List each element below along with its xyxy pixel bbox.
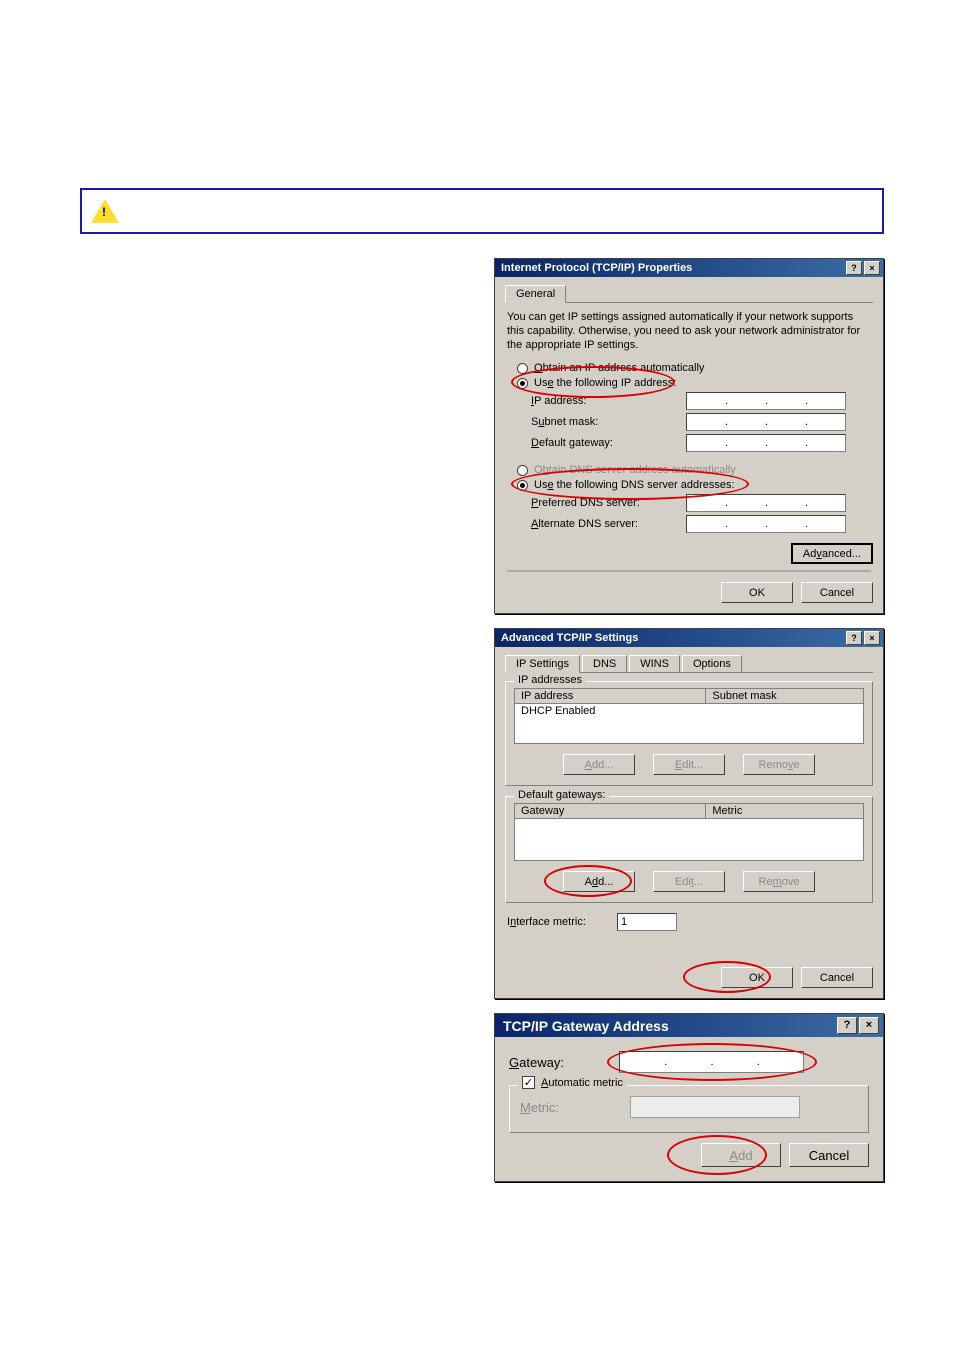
- label-use-following-dns: Use the following DNS server addresses:: [534, 479, 735, 491]
- dialog3-title: TCP/IP Gateway Address: [503, 1018, 669, 1034]
- label-metric: Metric:: [520, 1100, 630, 1115]
- ip-addresses-list[interactable]: IP address Subnet mask DHCP Enabled: [514, 688, 864, 744]
- label-default-gateway: Default gateway:: [531, 437, 686, 449]
- group-ip-addresses: IP addresses: [514, 674, 586, 686]
- col-metric: Metric: [706, 804, 863, 818]
- label-interface-metric: Interface metric:: [507, 916, 617, 928]
- list-item: DHCP Enabled: [515, 704, 863, 718]
- ok-button[interactable]: OK: [721, 967, 793, 988]
- label-obtain-ip-auto: OObtain an IP address automaticallybtain…: [534, 362, 704, 374]
- close-icon[interactable]: ×: [859, 1017, 879, 1034]
- label-gateway: Gateway:: [509, 1055, 619, 1070]
- col-ip-address: IP address: [515, 689, 706, 703]
- advanced-button[interactable]: Advanced...: [791, 543, 873, 564]
- dialog2-title: Advanced TCP/IP Settings: [501, 632, 638, 644]
- label-obtain-dns-auto: Obtain DNS server address automatically: [534, 464, 736, 476]
- label-use-following-ip: Use the following IP address:: [534, 377, 676, 389]
- radio-use-following-ip[interactable]: [517, 378, 528, 389]
- checkbox-automatic-metric[interactable]: [522, 1076, 535, 1089]
- radio-obtain-dns-auto: [517, 465, 528, 476]
- warning-bar: [80, 188, 884, 234]
- tab-wins[interactable]: WINS: [629, 655, 680, 672]
- radio-obtain-ip-auto[interactable]: [517, 363, 528, 374]
- close-icon[interactable]: ×: [864, 631, 880, 645]
- gw-add-button[interactable]: Add...: [563, 871, 635, 892]
- input-gateway[interactable]: ...: [619, 1051, 804, 1073]
- help-icon[interactable]: ?: [837, 1017, 857, 1034]
- label-ip-address: IP address:: [531, 395, 686, 407]
- input-interface-metric[interactable]: [617, 913, 677, 931]
- dialog1-title: Internet Protocol (TCP/IP) Properties: [501, 262, 692, 274]
- ip-remove-button: Remove: [743, 754, 815, 775]
- tab-dns[interactable]: DNS: [582, 655, 627, 672]
- input-default-gateway[interactable]: ...: [686, 434, 846, 452]
- group-gateways: Default gateways:: [514, 789, 609, 801]
- help-icon[interactable]: ?: [846, 631, 862, 645]
- col-subnet-mask: Subnet mask: [706, 689, 863, 703]
- dialog2-titlebar: Advanced TCP/IP Settings ? ×: [495, 629, 883, 647]
- dialog3-titlebar: TCP/IP Gateway Address ? ×: [495, 1014, 883, 1037]
- gw-edit-button: Edit...: [653, 871, 725, 892]
- input-metric: [630, 1096, 800, 1118]
- cancel-button[interactable]: Cancel: [801, 967, 873, 988]
- input-ip-address[interactable]: ...: [686, 392, 846, 410]
- advanced-tcpip-dialog: Advanced TCP/IP Settings ? × IP Settings…: [494, 628, 884, 999]
- radio-use-following-dns[interactable]: [517, 480, 528, 491]
- gw-remove-button: Remove: [743, 871, 815, 892]
- label-alternate-dns: Alternate DNS server:: [531, 518, 686, 530]
- tab-options[interactable]: Options: [682, 655, 742, 672]
- tab-general[interactable]: General: [505, 285, 566, 303]
- add-button[interactable]: Add: [701, 1143, 781, 1167]
- col-gateway: Gateway: [515, 804, 706, 818]
- ok-button[interactable]: OK: [721, 582, 793, 603]
- dialog1-titlebar: Internet Protocol (TCP/IP) Properties ? …: [495, 259, 883, 277]
- input-alternate-dns[interactable]: ...: [686, 515, 846, 533]
- gateways-list[interactable]: Gateway Metric: [514, 803, 864, 861]
- cancel-button[interactable]: Cancel: [789, 1143, 869, 1167]
- input-subnet-mask[interactable]: ...: [686, 413, 846, 431]
- label-subnet-mask: Subnet mask:: [531, 416, 686, 428]
- ip-add-button: Add...: [563, 754, 635, 775]
- close-icon[interactable]: ×: [864, 261, 880, 275]
- ip-edit-button: Edit...: [653, 754, 725, 775]
- gateway-address-dialog: TCP/IP Gateway Address ? × Gateway: ... …: [494, 1013, 884, 1182]
- dialog1-description: You can get IP settings assigned automat…: [507, 311, 871, 352]
- tab-ip-settings[interactable]: IP Settings: [505, 655, 580, 673]
- help-icon[interactable]: ?: [846, 261, 862, 275]
- label-automatic-metric: Automatic metric: [541, 1077, 623, 1089]
- warning-icon: [90, 196, 120, 226]
- input-preferred-dns[interactable]: ...: [686, 494, 846, 512]
- tcpip-properties-dialog: Internet Protocol (TCP/IP) Properties ? …: [494, 258, 884, 614]
- cancel-button[interactable]: Cancel: [801, 582, 873, 603]
- label-preferred-dns: Preferred DNS server:: [531, 497, 686, 509]
